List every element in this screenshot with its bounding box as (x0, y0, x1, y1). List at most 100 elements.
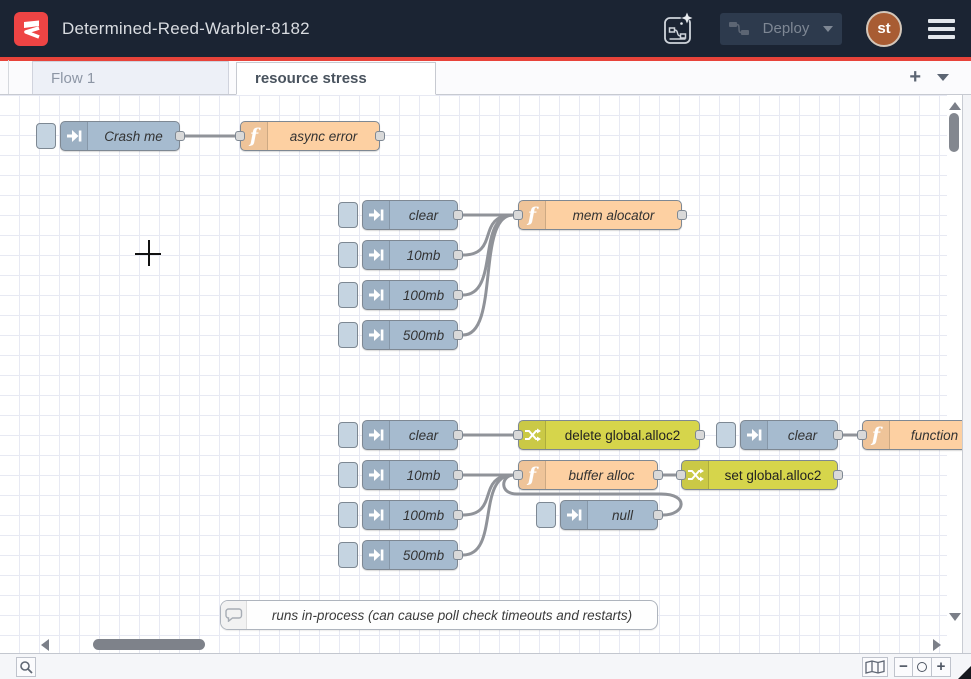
inject-node-crash-me[interactable]: Crash me (60, 121, 180, 151)
magnifier-icon (19, 660, 33, 674)
inject-trigger-button[interactable] (338, 422, 358, 448)
input-port[interactable] (676, 470, 686, 480)
vertical-scrollbar-thumb[interactable] (949, 113, 959, 152)
node-label: delete global.alloc2 (546, 428, 699, 443)
function-node-async-error[interactable]: f async error (240, 121, 380, 151)
inject-node-clear[interactable]: clear (362, 200, 458, 230)
inject-node-500mb-2[interactable]: 500mb (362, 540, 458, 570)
inject-trigger-button[interactable] (338, 462, 358, 488)
tab-resource-stress[interactable]: resource stress (236, 62, 436, 95)
flowfuse-logo-glyph (19, 17, 43, 41)
output-port[interactable] (653, 510, 663, 520)
output-port[interactable] (833, 430, 843, 440)
scroll-left-arrow[interactable] (41, 639, 49, 651)
function-node-mem-alocator[interactable]: f mem alocator (518, 200, 682, 230)
function-node-buffer-alloc[interactable]: f buffer alloc (518, 460, 658, 490)
inject-node-100mb[interactable]: 100mb (362, 280, 458, 310)
scroll-up-arrow[interactable] (949, 102, 961, 110)
inject-icon (363, 241, 390, 269)
change-node-delete-global-alloc2[interactable]: delete global.alloc2 (518, 420, 700, 450)
main-menu-button[interactable] (926, 17, 957, 41)
speech-bubble-icon (221, 601, 247, 629)
user-avatar[interactable]: st (866, 11, 902, 47)
node-label: mem alocator (546, 208, 681, 223)
output-port[interactable] (453, 510, 463, 520)
input-port[interactable] (513, 210, 523, 220)
horizontal-scrollbar-thumb[interactable] (93, 639, 205, 650)
flowfuse-logo[interactable] (14, 12, 48, 46)
zoom-out-button[interactable]: − (894, 657, 913, 677)
output-port[interactable] (453, 550, 463, 560)
shuffle-icon (519, 421, 546, 449)
output-port[interactable] (653, 470, 663, 480)
inject-trigger-button[interactable] (716, 422, 736, 448)
workspace-grid (0, 95, 947, 653)
output-port[interactable] (175, 131, 185, 141)
inject-trigger-button[interactable] (338, 282, 358, 308)
inject-icon (363, 501, 390, 529)
node-label: 100mb (390, 288, 457, 303)
inject-trigger-button[interactable] (338, 202, 358, 228)
comment-label: runs in-process (can cause poll check ti… (247, 608, 657, 623)
deploy-nodes-icon (729, 21, 749, 36)
inject-trigger-button[interactable] (338, 322, 358, 348)
tab-label: Flow 1 (51, 70, 95, 87)
input-port[interactable] (513, 430, 523, 440)
add-flow-button[interactable]: + (909, 67, 921, 87)
zoom-in-button[interactable]: + (932, 657, 951, 677)
function-glyph: f (528, 206, 536, 225)
inject-trigger-button[interactable] (338, 542, 358, 568)
ai-assistant-icon[interactable] (662, 10, 696, 48)
function-icon: f (241, 122, 268, 150)
input-port[interactable] (235, 131, 245, 141)
inject-node-100mb-2[interactable]: 100mb (362, 500, 458, 530)
inject-icon (561, 501, 588, 529)
hamburger-bar (928, 35, 955, 39)
inject-node-clear-2[interactable]: clear (362, 420, 458, 450)
flow-list-caret[interactable] (937, 74, 949, 81)
output-port[interactable] (375, 131, 385, 141)
scroll-right-arrow[interactable] (933, 639, 941, 651)
inject-icon (363, 281, 390, 309)
inject-node-10mb-2[interactable]: 10mb (362, 460, 458, 490)
node-label: buffer alloc (546, 468, 657, 483)
deploy-button[interactable]: Deploy (720, 13, 842, 45)
input-port[interactable] (857, 430, 867, 440)
output-port[interactable] (453, 250, 463, 260)
inject-trigger-button[interactable] (338, 502, 358, 528)
inject-node-clear-3[interactable]: clear (740, 420, 838, 450)
tab-label: resource stress (255, 70, 367, 87)
inject-icon (363, 421, 390, 449)
output-port[interactable] (453, 290, 463, 300)
zoom-reset-button[interactable] (913, 657, 932, 677)
output-port[interactable] (695, 430, 705, 440)
inject-icon (741, 421, 768, 449)
change-node-set-global-alloc2[interactable]: set global.alloc2 (681, 460, 838, 490)
inject-trigger-button[interactable] (338, 242, 358, 268)
navigator-button[interactable] (862, 657, 888, 677)
inject-node-null[interactable]: null (560, 500, 658, 530)
search-button[interactable] (16, 657, 36, 677)
shuffle-icon (682, 461, 709, 489)
zoom-reset-icon (917, 662, 927, 672)
output-port[interactable] (453, 330, 463, 340)
output-port[interactable] (833, 470, 843, 480)
inject-trigger-button[interactable] (536, 502, 556, 528)
deploy-options-caret[interactable] (823, 26, 833, 32)
tab-flow-1[interactable]: Flow 1 (32, 61, 229, 94)
comment-node[interactable]: runs in-process (can cause poll check ti… (220, 600, 658, 630)
output-port[interactable] (453, 430, 463, 440)
flow-workspace[interactable]: Crash me f async error clear 10mb 100mb (0, 95, 971, 653)
node-label: function (890, 428, 971, 443)
inject-node-10mb[interactable]: 10mb (362, 240, 458, 270)
input-port[interactable] (513, 470, 523, 480)
scroll-down-arrow[interactable] (949, 613, 961, 621)
inject-node-500mb[interactable]: 500mb (362, 320, 458, 350)
function-node-function[interactable]: f function (862, 420, 971, 450)
inject-trigger-button[interactable] (36, 123, 56, 149)
function-icon: f (863, 421, 890, 449)
output-port[interactable] (453, 470, 463, 480)
output-port[interactable] (677, 210, 687, 220)
node-label: 100mb (390, 508, 457, 523)
output-port[interactable] (453, 210, 463, 220)
